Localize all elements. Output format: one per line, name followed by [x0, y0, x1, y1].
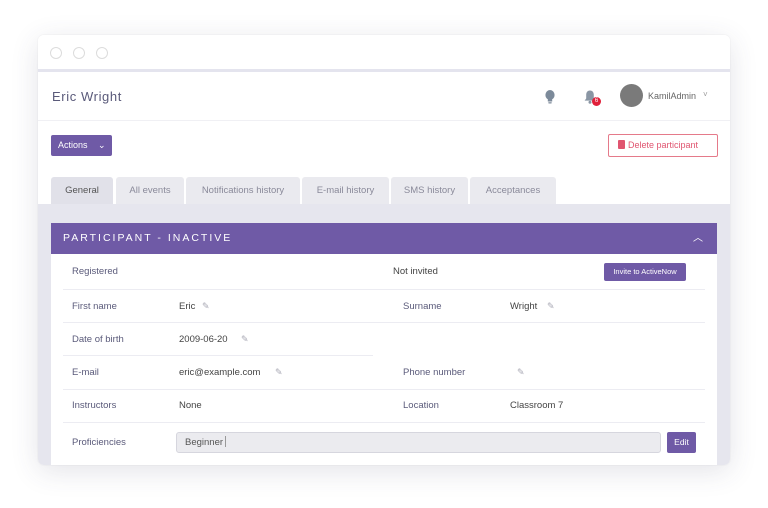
- proficiencies-label: Proficiencies: [72, 437, 126, 448]
- window-titlebar: [38, 35, 730, 72]
- invitation-status: Not invited: [393, 266, 438, 277]
- row-divider: [63, 422, 705, 423]
- delete-participant-label: Delete participant: [628, 140, 699, 150]
- proficiencies-value: Beginner: [185, 437, 224, 448]
- user-menu-name[interactable]: KamilAdmin: [648, 91, 696, 101]
- lightbulb-icon[interactable]: [544, 89, 556, 105]
- page-title: Eric Wright: [52, 89, 122, 104]
- pencil-icon[interactable]: ✎: [202, 301, 210, 312]
- surname-label: Surname: [403, 301, 442, 312]
- window-minimize-control[interactable]: [73, 47, 85, 59]
- chevron-down-icon[interactable]: ˅: [703, 90, 708, 99]
- location-label: Location: [403, 400, 439, 411]
- page-header: Eric Wright 6 KamilAdmin ˅: [38, 75, 730, 121]
- tab-notifications-history[interactable]: Notifications history: [186, 177, 300, 204]
- dob-value: 2009-06-20: [179, 334, 228, 345]
- edit-proficiencies-button[interactable]: Edit: [667, 432, 696, 453]
- instructors-label: Instructors: [72, 400, 117, 411]
- instructors-value: None: [179, 400, 202, 411]
- tab-content: PARTICIPANT - INACTIVE ︿ Registered Not …: [38, 204, 730, 465]
- tab-general[interactable]: General: [51, 177, 113, 204]
- invite-button[interactable]: Invite to ActiveNow: [604, 263, 686, 281]
- first-name-label: First name: [72, 301, 117, 312]
- trash-icon: [618, 140, 625, 149]
- email-label: E-mail: [72, 367, 99, 378]
- app-window: Eric Wright 6 KamilAdmin ˅ Actions ⌄ Del…: [38, 35, 730, 465]
- first-name-value: Eric: [179, 301, 196, 312]
- row-divider: [63, 389, 705, 390]
- proficiencies-input[interactable]: Beginner: [176, 432, 661, 453]
- notification-count-badge: 6: [592, 97, 601, 106]
- dob-label: Date of birth: [72, 334, 124, 345]
- delete-participant-button[interactable]: Delete participant: [608, 134, 718, 157]
- row-divider: [63, 355, 373, 356]
- tab-acceptances[interactable]: Acceptances: [470, 177, 556, 204]
- row-divider: [63, 289, 705, 290]
- window-close-control[interactable]: [50, 47, 62, 59]
- text-cursor: [225, 436, 227, 447]
- pencil-icon[interactable]: ✎: [275, 367, 283, 378]
- pencil-icon[interactable]: ✎: [517, 367, 525, 378]
- pencil-icon[interactable]: ✎: [241, 334, 249, 345]
- row-divider: [63, 322, 705, 323]
- participant-panel-header[interactable]: PARTICIPANT - INACTIVE ︿: [51, 223, 717, 254]
- surname-value: Wright: [510, 301, 538, 312]
- email-value: eric@example.com: [179, 367, 261, 378]
- location-value: Classroom 7: [510, 400, 564, 411]
- avatar[interactable]: [620, 84, 643, 107]
- actions-button[interactable]: Actions ⌄: [51, 135, 112, 156]
- registered-label: Registered: [72, 266, 118, 277]
- tab-email-history[interactable]: E-mail history: [302, 177, 389, 204]
- chevron-up-icon[interactable]: ︿: [693, 223, 703, 254]
- phone-label: Phone number: [403, 367, 466, 378]
- chevron-down-icon: ⌄: [98, 140, 106, 150]
- actions-button-label: Actions: [58, 140, 88, 150]
- tab-all-events[interactable]: All events: [116, 177, 184, 204]
- tab-sms-history[interactable]: SMS history: [391, 177, 468, 204]
- participant-panel: PARTICIPANT - INACTIVE ︿ Registered Not …: [51, 223, 717, 465]
- window-maximize-control[interactable]: [96, 47, 108, 59]
- pencil-icon[interactable]: ✎: [547, 301, 555, 312]
- panel-title: PARTICIPANT - INACTIVE: [63, 232, 233, 244]
